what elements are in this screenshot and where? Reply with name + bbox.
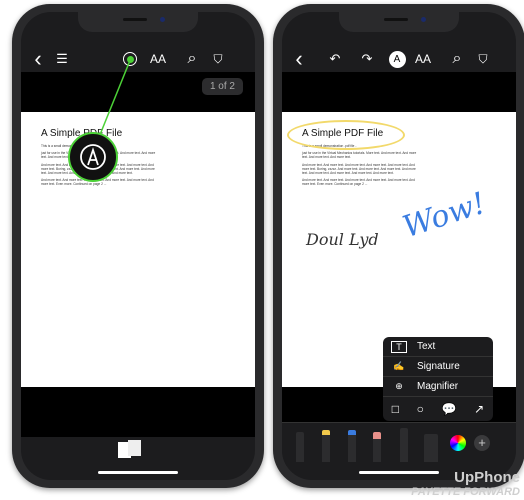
rectangle-shape-button[interactable]: □ [392,402,399,416]
color-picker-button[interactable] [450,435,466,451]
text-box-icon: T [391,340,407,353]
redo-button[interactable]: ↷ [356,46,378,72]
right-phone: ‹ ↶ ↷ A AA ⌕ ⛉ A Simple PDF File This is… [273,4,524,488]
home-indicator [98,471,178,474]
right-screen: ‹ ↶ ↷ A AA ⌕ ⛉ A Simple PDF File This is… [282,12,516,480]
ruler-tool[interactable] [424,434,438,462]
watermark: UpPhone PAYETTE FORWARD [411,469,520,498]
markup-icon-magnified [68,132,118,182]
notch [339,12,459,32]
back-button[interactable]: ‹ [288,46,310,72]
markup-add-menu: T Text ✍ Signature ⊕ Magnifier □ ○ 💬 ↗ [383,337,493,421]
text-size-button[interactable]: AA [412,46,434,72]
arrow-shape-button[interactable]: ↗ [474,402,484,416]
oval-shape-button[interactable]: ○ [417,402,424,416]
pencil-tool[interactable] [348,430,356,462]
markup-button[interactable]: A [386,46,408,72]
handwritten-signature: Doul Lyd [306,230,379,249]
signature-icon: ✍ [393,361,405,371]
add-button[interactable]: + [474,435,490,451]
callout-line [92,57,132,153]
highlighter-tool[interactable] [322,430,330,462]
menu-item-signature[interactable]: ✍ Signature [383,357,493,377]
search-button[interactable]: ⌕ [446,46,468,72]
pdf-paragraph: And more text. And more text. And more t… [302,178,415,187]
highlight-ellipse [287,120,405,150]
pen-tool[interactable] [296,432,304,462]
pdf-paragraph: just for use in the Virtual Mechanics tu… [302,151,417,160]
bookmark-button[interactable]: ⛉ [472,46,494,72]
left-phone: ‹ ☰ AA ⌕ ⛉ 1 of 2 A Simple PDF File This… [12,4,264,488]
menu-label: Text [417,341,436,352]
menu-label: Magnifier [417,381,459,392]
undo-button[interactable]: ↶ [324,46,346,72]
page-thumbnail[interactable] [118,440,142,458]
menu-label: Signature [417,361,460,372]
menu-item-magnifier[interactable]: ⊕ Magnifier [383,377,493,397]
lasso-tool[interactable] [400,428,408,462]
speech-bubble-shape-button[interactable]: 💬 [442,402,457,416]
right-toolbar: ‹ ↶ ↷ A AA ⌕ ⛉ [282,46,516,72]
pdf-paragraph: And more text. And more text. And more t… [302,162,416,176]
left-screen: ‹ ☰ AA ⌕ ⛉ 1 of 2 A Simple PDF File This… [21,12,255,480]
markup-tool-palette: + [282,422,516,466]
magnifier-icon: ⊕ [395,381,403,391]
menu-item-text[interactable]: T Text [383,337,493,357]
eraser-tool[interactable] [373,432,381,462]
